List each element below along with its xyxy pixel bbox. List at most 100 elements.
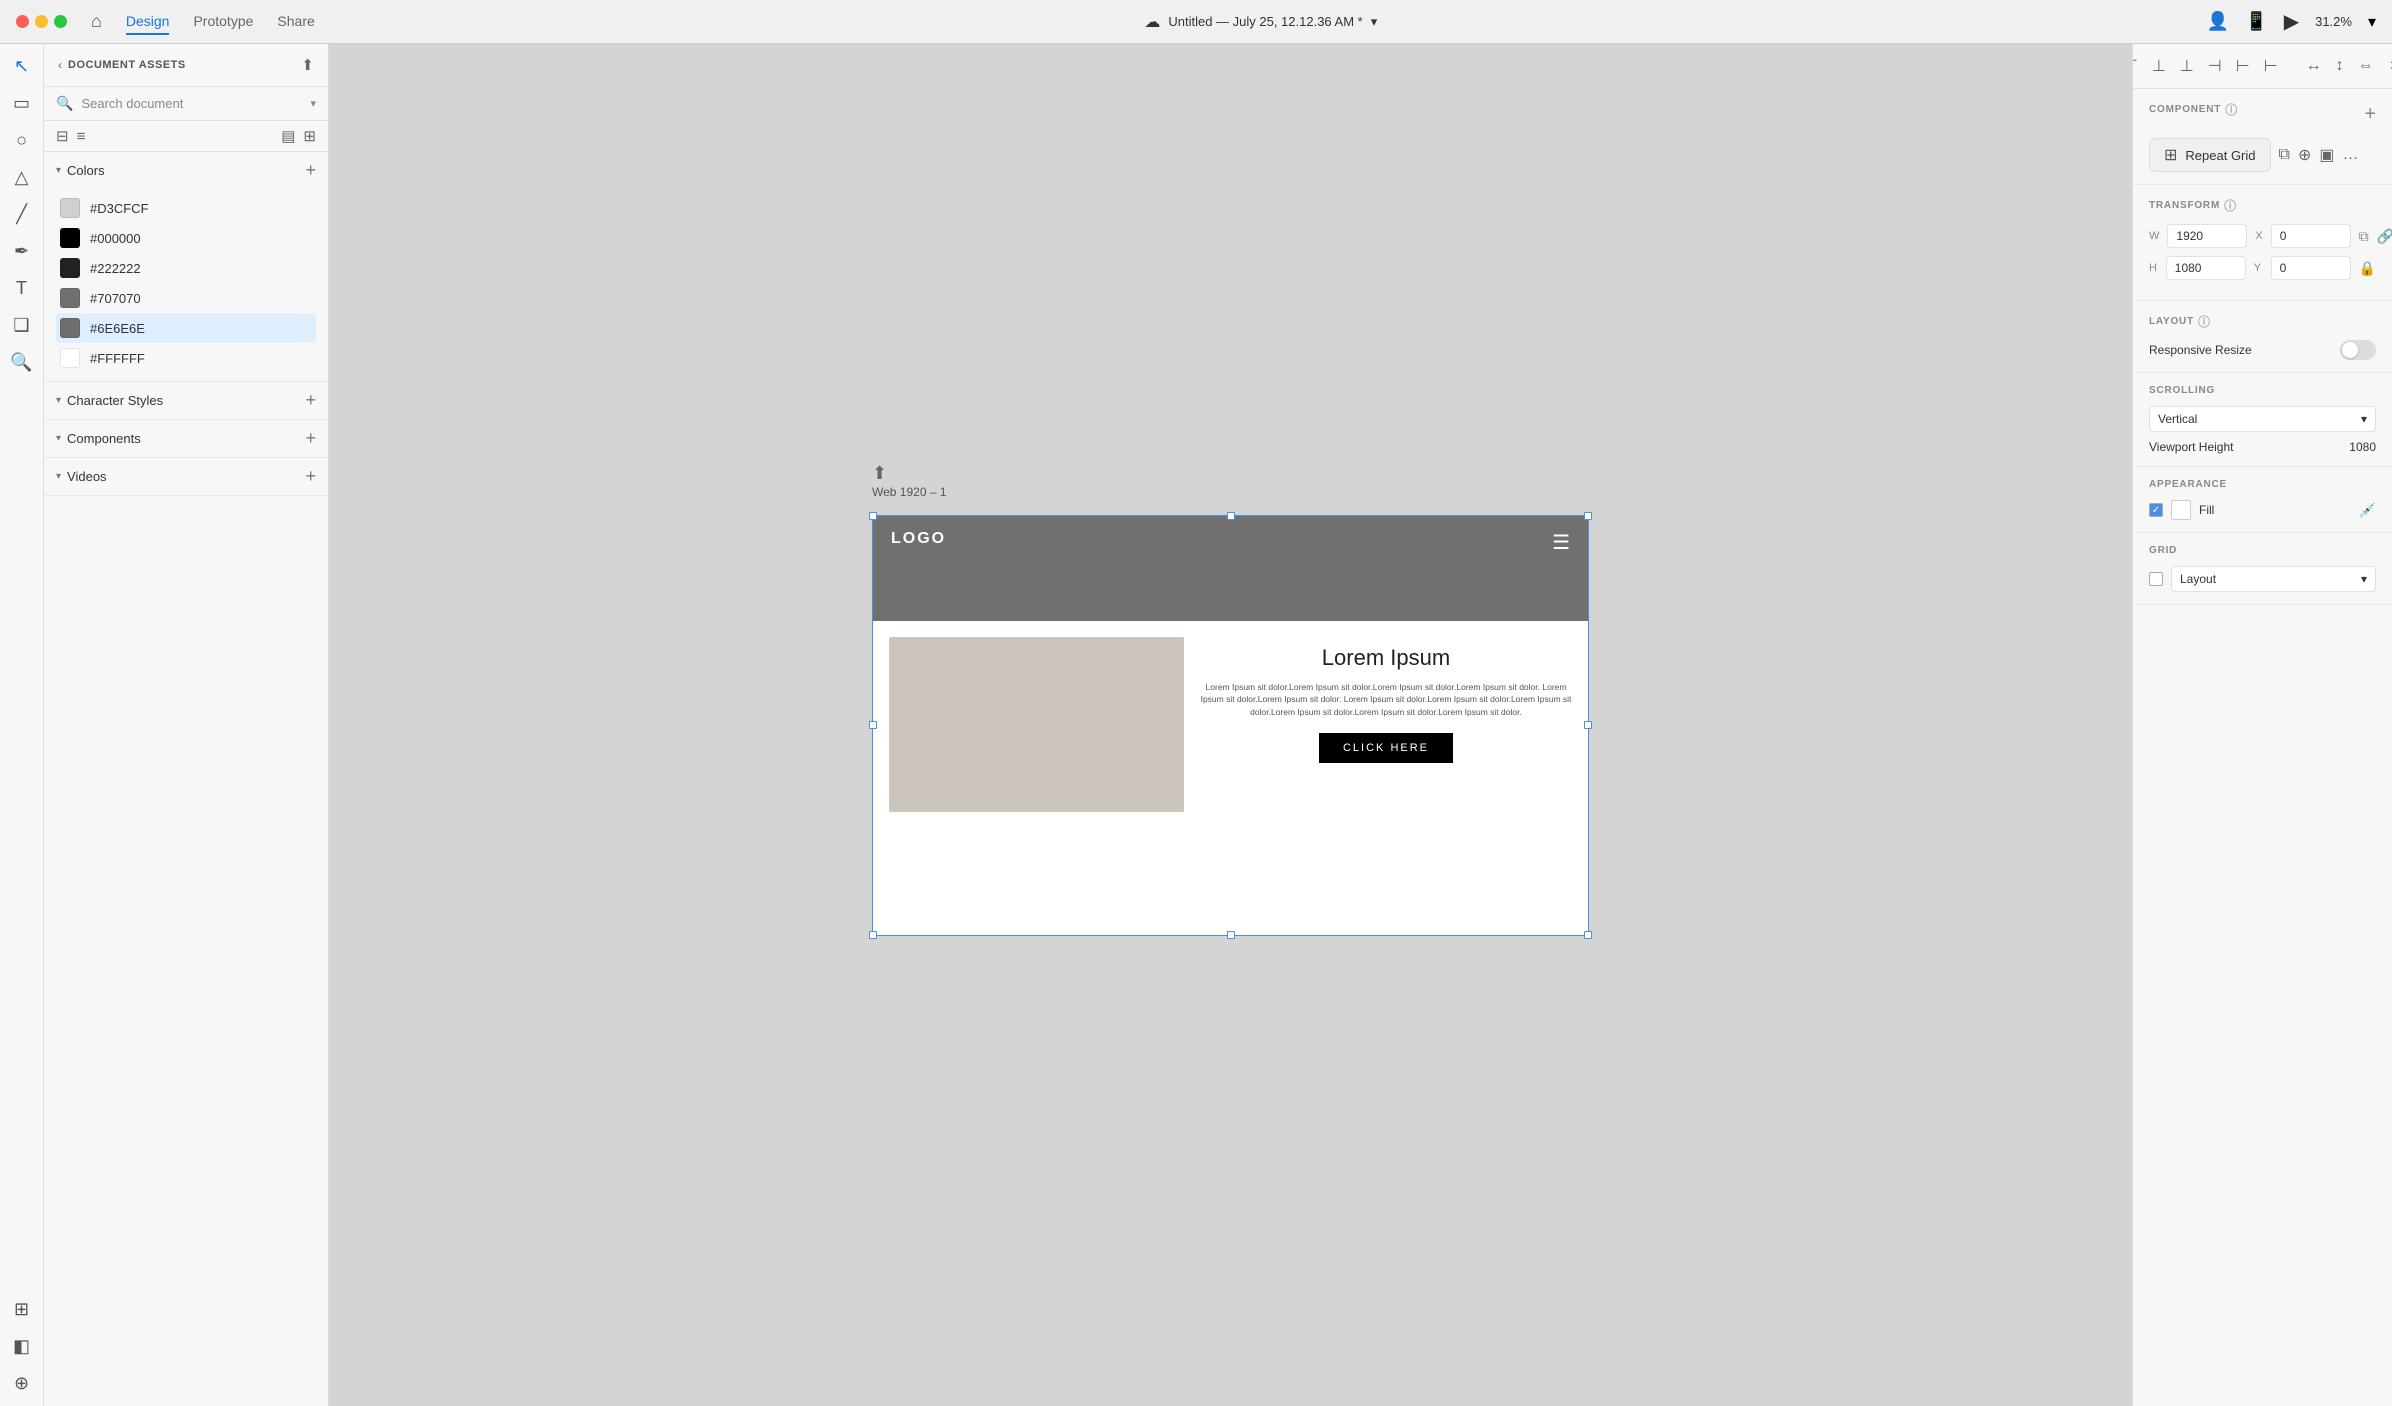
align-top-icon[interactable]: ⊤ bbox=[2132, 52, 2142, 80]
fill-row: ✓ Fill 💉 bbox=[2149, 500, 2376, 520]
search-tool[interactable]: 🔍 bbox=[10, 352, 32, 373]
handle-bottom-center[interactable] bbox=[1227, 931, 1235, 939]
artboard-cta-button[interactable]: CLICK HERE bbox=[1319, 733, 1453, 763]
components-section: ▾ Components + bbox=[44, 420, 328, 458]
rectangle-tool[interactable]: ▭ bbox=[13, 93, 30, 114]
share-icon[interactable]: ⬆ bbox=[301, 56, 314, 74]
distribute-v-icon[interactable]: ↕ bbox=[2332, 53, 2348, 79]
align-center-v-icon[interactable]: ⊢ bbox=[2232, 52, 2254, 80]
videos-header[interactable]: ▾ Videos + bbox=[44, 458, 328, 495]
component-add-button[interactable]: + bbox=[2364, 103, 2376, 126]
component-tool[interactable]: ❑ bbox=[13, 315, 29, 336]
handle-bottom-left[interactable] bbox=[869, 931, 877, 939]
transform-info-icon: ⓘ bbox=[2224, 197, 2237, 214]
repeat-grid-icon: ⊞ bbox=[2164, 145, 2177, 165]
color-item-6e6e6e[interactable]: #6E6E6E bbox=[56, 313, 316, 343]
grid-layout-select[interactable]: Layout ▾ bbox=[2171, 566, 2376, 592]
color-item-d3cfcf[interactable]: #D3CFCF bbox=[56, 193, 316, 223]
colors-section-header[interactable]: ▾ Colors + bbox=[44, 152, 328, 189]
search-input[interactable] bbox=[81, 96, 302, 111]
align-right-icon[interactable]: ⊢ bbox=[2260, 52, 2282, 80]
color-swatch bbox=[60, 318, 80, 338]
handle-top-left[interactable] bbox=[869, 512, 877, 520]
fill-checkbox[interactable]: ✓ bbox=[2149, 503, 2163, 517]
distribute-equal-icon[interactable]: ⇔ bbox=[2354, 53, 2378, 79]
tab-prototype[interactable]: Prototype bbox=[193, 9, 253, 35]
list-view-icon[interactable]: ▤ bbox=[281, 127, 295, 145]
responsive-resize-toggle[interactable] bbox=[2340, 340, 2376, 360]
tab-design[interactable]: Design bbox=[126, 9, 170, 35]
character-styles-header[interactable]: ▾ Character Styles + bbox=[44, 382, 328, 419]
videos-title: ▾ Videos bbox=[56, 469, 107, 484]
checkmark-icon: ✓ bbox=[2152, 505, 2160, 516]
color-item-222222[interactable]: #222222 bbox=[56, 253, 316, 283]
components-header[interactable]: ▾ Components + bbox=[44, 420, 328, 457]
sort-icon[interactable]: ≡ bbox=[77, 128, 86, 145]
zoom-level[interactable]: 31.2% bbox=[2315, 14, 2352, 29]
topbar-right-actions: 👤 📱 ▶ 31.2% ▾ bbox=[2207, 9, 2376, 34]
back-icon[interactable]: ‹ bbox=[58, 58, 62, 72]
close-button[interactable] bbox=[16, 15, 29, 28]
handle-bottom-right[interactable] bbox=[1584, 931, 1592, 939]
distribute-align-icon[interactable]: ⇕ bbox=[2384, 52, 2392, 80]
copy-paste-icon[interactable]: ⧉ bbox=[2359, 228, 2369, 245]
handle-top-right[interactable] bbox=[1584, 512, 1592, 520]
plugins-icon[interactable]: ⊕ bbox=[14, 1373, 29, 1394]
ellipse-tool[interactable]: ○ bbox=[16, 130, 27, 151]
artboard[interactable]: LOGO ☰ Lorem Ipsum Lorem Ipsum sit dolor… bbox=[872, 515, 1589, 936]
copy-icon[interactable]: ⧉ bbox=[2279, 146, 2290, 164]
scrolling-direction-select[interactable]: Vertical ▾ bbox=[2149, 406, 2376, 432]
distribute-h-icon[interactable]: ↔ bbox=[2302, 53, 2326, 79]
width-input[interactable] bbox=[2167, 224, 2247, 248]
home-icon[interactable]: ⌂ bbox=[91, 11, 102, 32]
color-item-000000[interactable]: #000000 bbox=[56, 223, 316, 253]
align-left-icon[interactable]: ⊣ bbox=[2204, 52, 2226, 80]
handle-middle-left[interactable] bbox=[869, 721, 877, 729]
grid-checkbox[interactable] bbox=[2149, 572, 2163, 586]
search-chevron-icon[interactable]: ▾ bbox=[310, 97, 316, 110]
ui-kit-icon[interactable]: ⊞ bbox=[14, 1299, 29, 1320]
tab-share[interactable]: Share bbox=[277, 9, 314, 35]
mobile-icon[interactable]: 📱 bbox=[2245, 11, 2267, 32]
videos-add-button[interactable]: + bbox=[305, 466, 316, 487]
handle-top-center[interactable] bbox=[1227, 512, 1235, 520]
text-tool[interactable]: T bbox=[16, 278, 27, 299]
colors-add-button[interactable]: + bbox=[305, 160, 316, 181]
canvas[interactable]: Web 1920 – 1 ⬆ LOGO ☰ bbox=[329, 44, 2132, 1406]
lock-icon[interactable]: 🔒 bbox=[2359, 260, 2376, 277]
zoom-chevron-icon[interactable]: ▾ bbox=[2368, 12, 2376, 32]
character-styles-add-button[interactable]: + bbox=[305, 390, 316, 411]
triangle-tool[interactable]: △ bbox=[15, 167, 29, 188]
group-icon[interactable]: ▣ bbox=[2319, 145, 2334, 165]
play-button[interactable]: ▶ bbox=[2284, 9, 2299, 34]
link-icon[interactable]: 🔗 bbox=[2377, 228, 2392, 245]
color-item-707070[interactable]: #707070 bbox=[56, 283, 316, 313]
x-input[interactable] bbox=[2271, 224, 2351, 248]
align-center-h-icon[interactable]: ⊥ bbox=[2148, 52, 2170, 80]
y-input[interactable] bbox=[2271, 256, 2351, 280]
layout-section: LAYOUT ⓘ Responsive Resize bbox=[2133, 301, 2392, 373]
layers-icon[interactable]: ◧ bbox=[13, 1336, 30, 1357]
duplicate-icon[interactable]: ⊕ bbox=[2298, 145, 2311, 165]
minimize-button[interactable] bbox=[35, 15, 48, 28]
h-label: H bbox=[2149, 262, 2158, 274]
handle-middle-right[interactable] bbox=[1584, 721, 1592, 729]
height-input[interactable] bbox=[2166, 256, 2246, 280]
align-bottom-icon[interactable]: ⊥ bbox=[2176, 52, 2198, 80]
upload-icon[interactable]: ⬆ bbox=[872, 463, 887, 484]
fill-color-swatch[interactable] bbox=[2171, 500, 2191, 520]
line-tool[interactable]: ╱ bbox=[16, 204, 27, 225]
color-item-ffffff[interactable]: #FFFFFF bbox=[56, 343, 316, 373]
filter-icon[interactable]: ⊟ bbox=[56, 127, 69, 145]
eyedropper-icon[interactable]: 💉 bbox=[2359, 502, 2376, 519]
more-icon[interactable]: … bbox=[2342, 146, 2358, 164]
user-icon[interactable]: 👤 bbox=[2207, 11, 2229, 32]
x-label: X bbox=[2255, 230, 2262, 242]
traffic-lights bbox=[16, 15, 67, 28]
grid-view-icon[interactable]: ⊞ bbox=[303, 127, 316, 145]
repeat-grid-button[interactable]: ⊞ Repeat Grid bbox=[2149, 138, 2271, 172]
components-add-button[interactable]: + bbox=[305, 428, 316, 449]
pen-tool[interactable]: ✒ bbox=[14, 241, 29, 262]
maximize-button[interactable] bbox=[54, 15, 67, 28]
select-tool[interactable]: ↖ bbox=[14, 56, 29, 77]
